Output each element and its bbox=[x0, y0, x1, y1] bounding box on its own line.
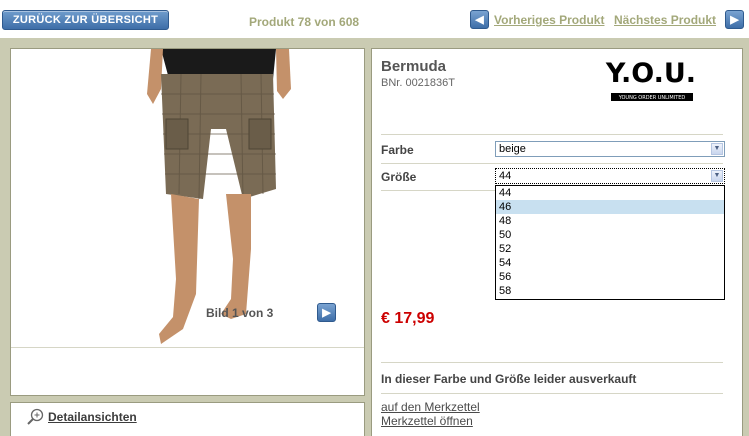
next-image-arrow-icon[interactable]: ▶ bbox=[317, 303, 336, 322]
size-option[interactable]: 56 bbox=[496, 270, 724, 284]
divider bbox=[381, 190, 495, 191]
color-select-value: beige bbox=[499, 143, 526, 155]
chevron-down-icon[interactable]: ▼ bbox=[711, 170, 723, 182]
top-navigation-bar: ZURÜCK ZUR ÜBERSICHT Produkt 78 von 608 … bbox=[0, 0, 749, 42]
size-label: Größe bbox=[381, 170, 417, 184]
product-image bbox=[11, 49, 364, 347]
divider bbox=[381, 393, 723, 394]
next-arrow-icon[interactable]: ▶ bbox=[725, 10, 744, 29]
image-footer bbox=[11, 347, 364, 395]
divider bbox=[381, 134, 723, 135]
product-price: € 17,99 bbox=[381, 310, 435, 327]
product-number: BNr. 0021836T bbox=[381, 77, 455, 89]
product-image-panel bbox=[10, 48, 365, 396]
previous-product-link[interactable]: Vorheriges Produkt bbox=[494, 13, 604, 27]
color-select[interactable]: beige ▼ bbox=[495, 141, 725, 157]
size-select-value: 44 bbox=[499, 170, 512, 182]
size-select[interactable]: 44 ▼ bbox=[495, 168, 725, 184]
next-product-link[interactable]: Nächstes Produkt bbox=[614, 13, 716, 27]
image-counter: Bild 1 von 3 bbox=[206, 306, 274, 320]
size-option[interactable]: 48 bbox=[496, 214, 724, 228]
divider bbox=[381, 163, 723, 164]
product-photo-shorts bbox=[147, 49, 291, 344]
divider bbox=[381, 362, 723, 363]
size-option[interactable]: 54 bbox=[496, 256, 724, 270]
open-wishlist-link[interactable]: Merkzettel öffnen bbox=[381, 414, 473, 428]
size-option-highlighted[interactable]: 46 bbox=[496, 200, 724, 214]
size-dropdown-list: 44 46 48 50 52 54 56 58 bbox=[495, 185, 725, 300]
zoom-icon[interactable] bbox=[27, 408, 45, 426]
chevron-down-icon[interactable]: ▼ bbox=[711, 143, 723, 155]
brand-tagline: YOUNG ORDER UNLIMITED bbox=[618, 95, 686, 101]
color-label: Farbe bbox=[381, 143, 414, 157]
back-to-overview-button[interactable]: ZURÜCK ZUR ÜBERSICHT bbox=[2, 10, 169, 30]
product-title: Bermuda bbox=[381, 58, 447, 75]
detail-views-link[interactable]: Detailansichten bbox=[48, 410, 137, 424]
size-option[interactable]: 52 bbox=[496, 242, 724, 256]
size-option[interactable]: 58 bbox=[496, 284, 724, 298]
size-option[interactable]: 50 bbox=[496, 228, 724, 242]
brand-logo: Y.O.U. YOUNG ORDER UNLIMITED bbox=[605, 58, 696, 101]
previous-arrow-icon[interactable]: ◀ bbox=[470, 10, 489, 29]
add-to-wishlist-link[interactable]: auf den Merkzettel bbox=[381, 400, 480, 414]
product-counter: Produkt 78 von 608 bbox=[249, 15, 360, 29]
brand-logo-text: Y.O.U. bbox=[605, 58, 696, 89]
size-option[interactable]: 44 bbox=[496, 186, 724, 200]
soldout-message: In dieser Farbe und Größe leider ausverk… bbox=[381, 372, 637, 386]
